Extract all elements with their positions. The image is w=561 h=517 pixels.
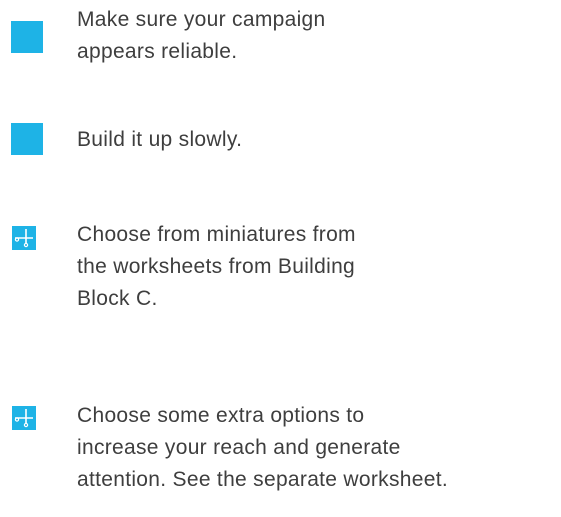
checklist-page: Make sure your campaign appears reliable… bbox=[0, 0, 561, 517]
item-text: Choose some extra options to increase yo… bbox=[77, 400, 557, 496]
item-text-line: Choose from miniatures from bbox=[77, 223, 356, 246]
blue-square-marker bbox=[11, 21, 43, 53]
item-text-line: increase your reach and generate bbox=[77, 436, 401, 459]
scissors-icon bbox=[12, 406, 36, 430]
scissors-icon bbox=[12, 226, 36, 250]
item-text-line: Choose some extra options to bbox=[77, 404, 365, 427]
item-text: Build it up slowly. bbox=[77, 124, 557, 156]
item-text: Make sure your campaign appears reliable… bbox=[77, 4, 557, 68]
blue-square-marker bbox=[11, 123, 43, 155]
item-text-line: the worksheets from Building bbox=[77, 255, 356, 278]
item-text-line: Build it up slowly. bbox=[77, 128, 243, 151]
item-text-line: Block C. bbox=[77, 287, 158, 310]
item-text-line: attention. See the separate worksheet. bbox=[77, 468, 448, 491]
item-text-line: appears reliable. bbox=[77, 40, 238, 63]
item-text: Choose from miniatures from the workshee… bbox=[77, 219, 557, 315]
item-text-line: Make sure your campaign bbox=[77, 8, 326, 31]
